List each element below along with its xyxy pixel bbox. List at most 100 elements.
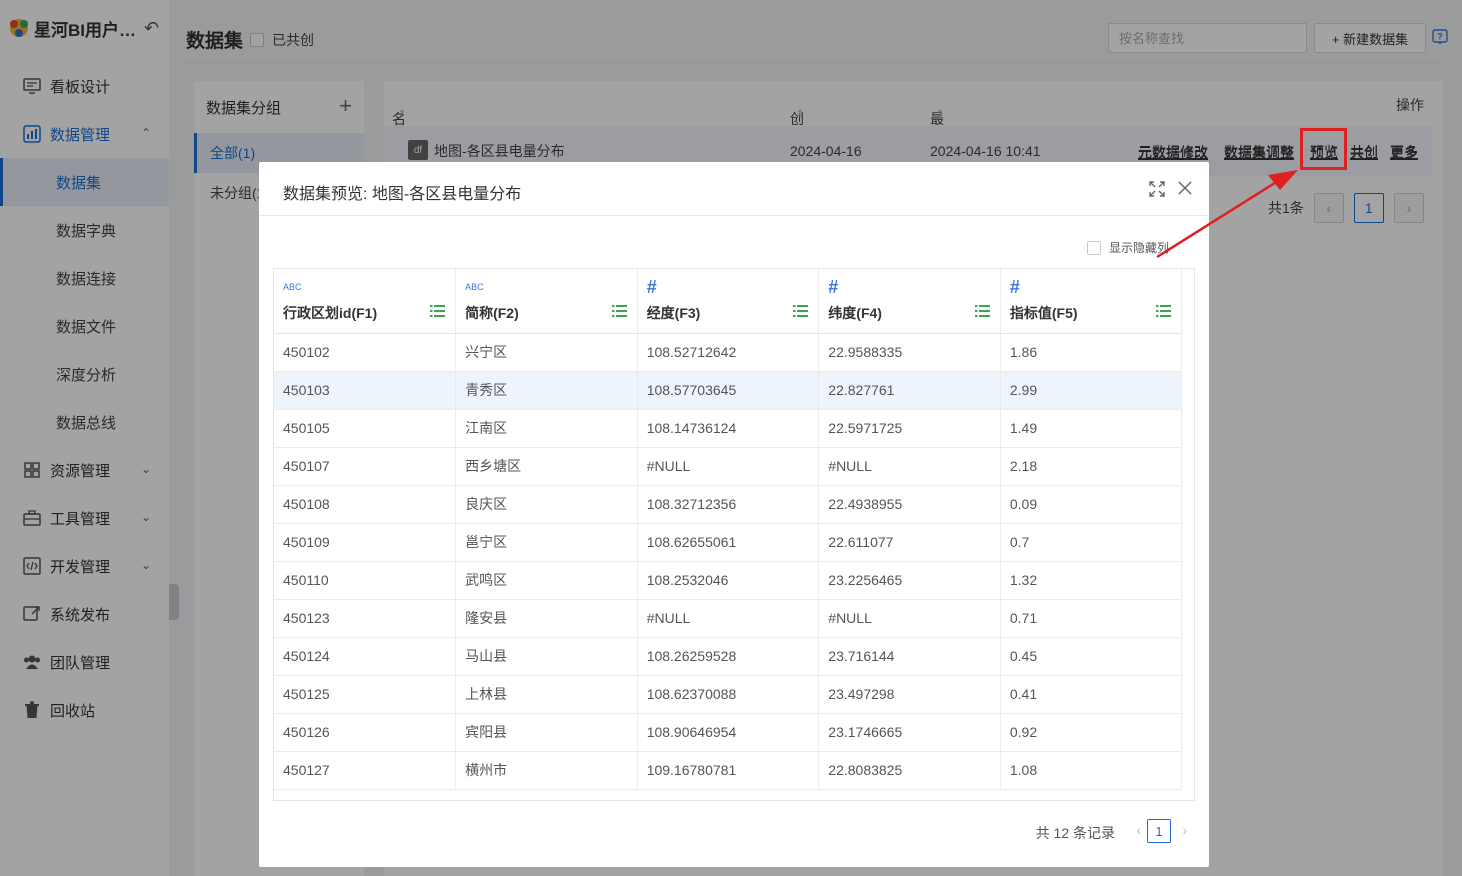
- table-cell: 23.1746665: [818, 713, 1001, 752]
- table-row[interactable]: 450107 西乡塘区 #NULL #NULL 2.18: [274, 447, 1183, 486]
- table-cell: 1.86: [1000, 333, 1183, 372]
- fullscreen-icon[interactable]: [1149, 181, 1165, 197]
- text-type-icon: ABC: [283, 282, 302, 293]
- table-cell: 23.2256465: [818, 561, 1001, 600]
- edit-metadata-link[interactable]: 元数据修改: [1138, 142, 1208, 162]
- table-cell: 450126: [274, 713, 457, 752]
- table-cell: 450124: [274, 637, 457, 676]
- table-cell: #NULL: [637, 447, 820, 486]
- column-header[interactable]: # 指标值(F5): [1000, 269, 1183, 334]
- table-cell: 450127: [274, 751, 457, 790]
- cocreate-link[interactable]: 共创: [1350, 142, 1378, 162]
- column-header[interactable]: # 纬度(F4): [818, 269, 1001, 334]
- column-menu-icon[interactable]: [430, 305, 446, 317]
- table-row[interactable]: 450102 兴宁区 108.52712642 22.9588335 1.86: [274, 333, 1183, 372]
- table-cell: 0.09: [1000, 485, 1183, 524]
- more-link[interactable]: 更多: [1390, 142, 1418, 162]
- column-menu-icon[interactable]: [793, 305, 809, 317]
- table-cell: 450125: [274, 675, 457, 714]
- column-menu-icon[interactable]: [974, 305, 990, 317]
- modal-pagination: 共 12 条记录 ‹ 1 ›: [259, 819, 1209, 845]
- table-cell: 22.827761: [818, 371, 1001, 410]
- table-cell: 450103: [274, 371, 457, 410]
- table-cell: 108.57703645: [637, 371, 820, 410]
- table-cell: 2.99: [1000, 371, 1183, 410]
- adjust-dataset-link[interactable]: 数据集调整: [1224, 142, 1294, 162]
- table-row[interactable]: 450110 武鸣区 108.2532046 23.2256465 1.32: [274, 561, 1183, 600]
- table-cell: 横州市: [455, 751, 638, 790]
- table-cell: 0.45: [1000, 637, 1183, 676]
- table-cell: 450123: [274, 599, 457, 638]
- table-cell: 22.5971725: [818, 409, 1001, 448]
- table-cell: 1.49: [1000, 409, 1183, 448]
- column-menu-icon[interactable]: [1156, 305, 1172, 317]
- table-cell: 22.4938955: [818, 485, 1001, 524]
- table-cell: 邕宁区: [455, 523, 638, 562]
- show-hidden-columns-checkbox[interactable]: 显示隐藏列: [1087, 239, 1169, 256]
- table-cell: 22.9588335: [818, 333, 1001, 372]
- highlighted-actions: 元数据修改 数据集调整 预览 共创 更多: [1138, 142, 1438, 164]
- table-row[interactable]: 450126 宾阳县 108.90646954 23.1746665 0.92: [274, 713, 1183, 752]
- table-cell: 武鸣区: [455, 561, 638, 600]
- table-cell: 450102: [274, 333, 457, 372]
- table-cell: 108.32712356: [637, 485, 820, 524]
- table-cell: 450110: [274, 561, 457, 600]
- table-cell: 0.7: [1000, 523, 1183, 562]
- number-type-icon: #: [1009, 277, 1020, 298]
- column-menu-icon[interactable]: [611, 305, 627, 317]
- table-cell: 108.62655061: [637, 523, 820, 562]
- close-icon[interactable]: [1175, 178, 1195, 198]
- table-row[interactable]: 450124 马山县 108.26259528 23.716144 0.45: [274, 637, 1183, 676]
- modal-header: 数据集预览: 地图-各区县电量分布: [259, 162, 1209, 216]
- table-row[interactable]: 450109 邕宁区 108.62655061 22.611077 0.7: [274, 523, 1183, 562]
- page-button[interactable]: 1: [1147, 819, 1171, 843]
- table-cell: 青秀区: [455, 371, 638, 410]
- number-type-icon: #: [828, 277, 839, 298]
- column-header[interactable]: ABC 简称(F2): [455, 269, 638, 334]
- table-cell: 上林县: [455, 675, 638, 714]
- table-header-row: ABC 行政区划id(F1) ABC 简称(F2) # 经度(F3) # 纬度(…: [274, 269, 1183, 334]
- dataset-preview-modal: 数据集预览: 地图-各区县电量分布 显示隐藏列 ABC 行政区划id(F1) A…: [259, 162, 1209, 867]
- table-cell: 108.52712642: [637, 333, 820, 372]
- table-cell: 0.92: [1000, 713, 1183, 752]
- table-cell: 108.26259528: [637, 637, 820, 676]
- preview-table: ABC 行政区划id(F1) ABC 简称(F2) # 经度(F3) # 纬度(…: [273, 268, 1195, 801]
- text-type-icon: ABC: [465, 282, 484, 293]
- table-cell: 450105: [274, 409, 457, 448]
- checkbox-box[interactable]: [1087, 240, 1101, 255]
- table-cell: 兴宁区: [455, 333, 638, 372]
- column-name: 行政区划id(F1): [283, 305, 378, 322]
- table-cell: 宾阳县: [455, 713, 638, 752]
- table-cell: 马山县: [455, 637, 638, 676]
- table-cell: 23.497298: [818, 675, 1001, 714]
- table-cell: 108.90646954: [637, 713, 820, 752]
- table-row[interactable]: 450127 横州市 109.16780781 22.8083825 1.08: [274, 751, 1183, 790]
- column-header[interactable]: ABC 行政区划id(F1): [274, 269, 457, 334]
- table-row[interactable]: 450103 青秀区 108.57703645 22.827761 2.99: [274, 371, 1183, 410]
- show-hidden-columns-label: 显示隐藏列: [1109, 241, 1170, 255]
- preview-highlight-box: [1300, 128, 1347, 170]
- number-type-icon: #: [646, 277, 657, 298]
- column-name: 指标值(F5): [1009, 305, 1078, 322]
- table-cell: 450109: [274, 523, 457, 562]
- table-cell: 450108: [274, 485, 457, 524]
- table-cell: 0.41: [1000, 675, 1183, 714]
- column-name: 简称(F2): [465, 305, 519, 322]
- table-cell: 1.08: [1000, 751, 1183, 790]
- table-row[interactable]: 450105 江南区 108.14736124 22.5971725 1.49: [274, 409, 1183, 448]
- table-cell: 108.62370088: [637, 675, 820, 714]
- prev-page-icon[interactable]: ‹: [1136, 822, 1141, 838]
- table-row[interactable]: 450125 上林县 108.62370088 23.497298 0.41: [274, 675, 1183, 714]
- table-row[interactable]: 450108 良庆区 108.32712356 22.4938955 0.09: [274, 485, 1183, 524]
- column-header[interactable]: # 经度(F3): [637, 269, 820, 334]
- next-page-icon[interactable]: ›: [1182, 822, 1187, 838]
- table-row[interactable]: 450123 隆安县 #NULL #NULL 0.71: [274, 599, 1183, 638]
- table-cell: 108.2532046: [637, 561, 820, 600]
- preview-grid: ABC 行政区划id(F1) ABC 简称(F2) # 经度(F3) # 纬度(…: [274, 269, 1183, 790]
- table-cell: 2.18: [1000, 447, 1183, 486]
- table-cell: 隆安县: [455, 599, 638, 638]
- modal-title: 数据集预览: 地图-各区县电量分布: [283, 186, 522, 203]
- column-name: 经度(F3): [646, 305, 701, 322]
- table-cell: #NULL: [637, 599, 820, 638]
- table-cell: 22.8083825: [818, 751, 1001, 790]
